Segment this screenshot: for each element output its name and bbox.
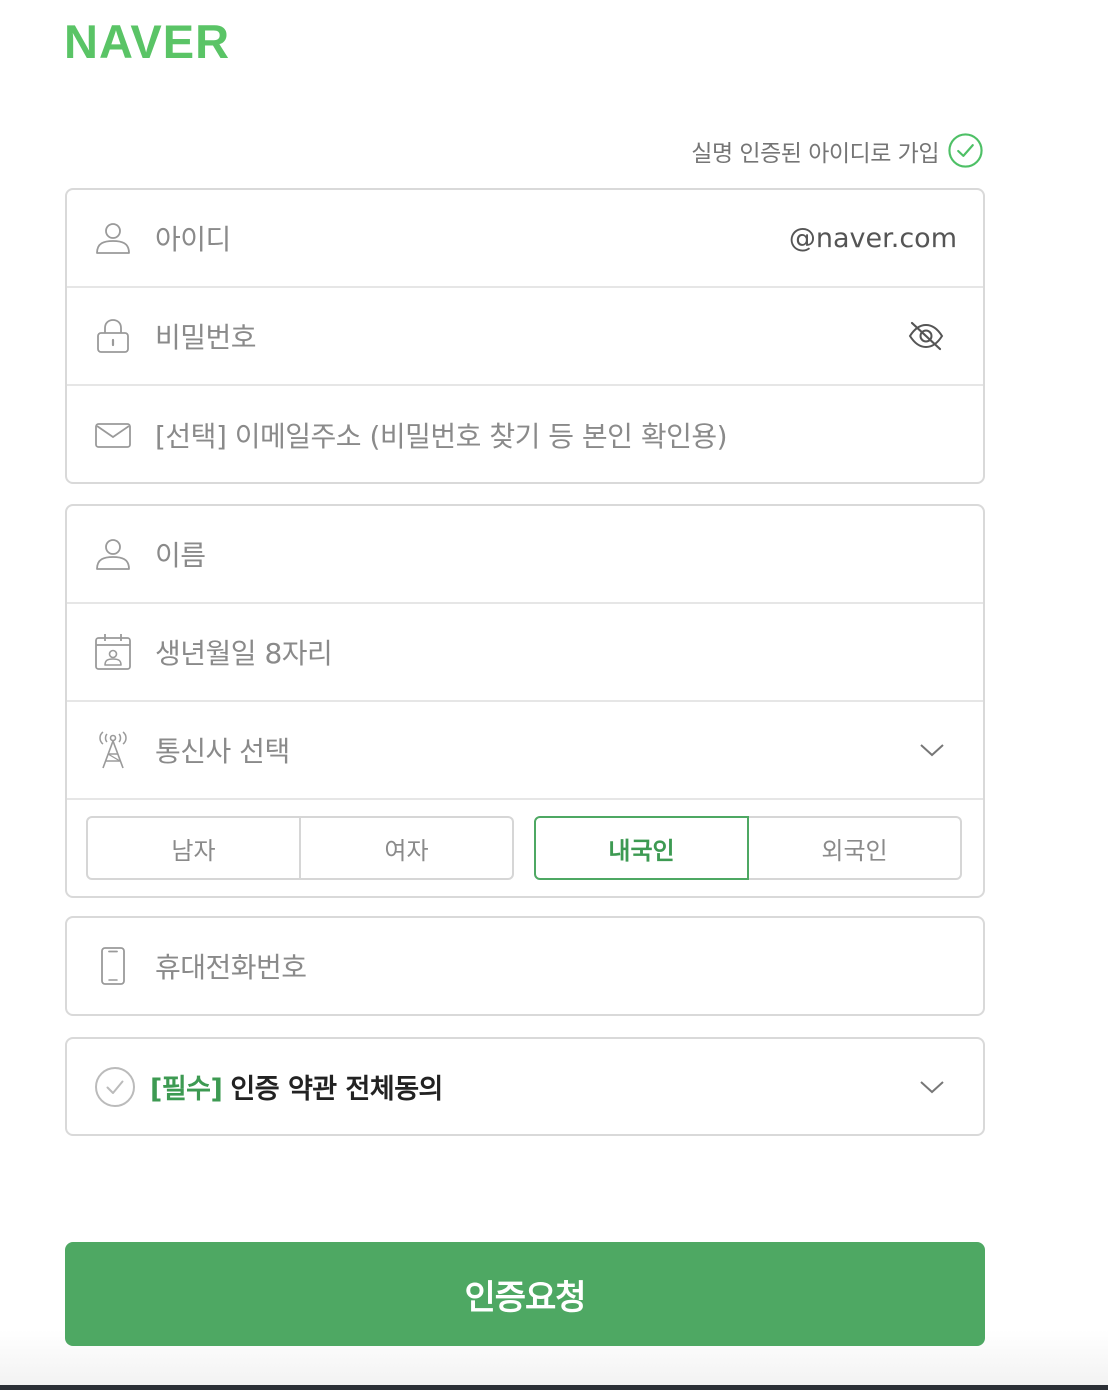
phone-icon <box>101 947 125 985</box>
nationality-toggle: 내국인 외국인 <box>534 816 962 880</box>
account-fields-group: 아이디 @naver.com 비밀번호 [선택] 이메일주소 (비밀번호 찾기 … <box>65 188 985 484</box>
mail-icon <box>95 423 131 448</box>
carrier-placeholder: 통신사 선택 <box>155 735 290 768</box>
id-field[interactable]: 아이디 @naver.com <box>67 190 983 288</box>
domain-suffix: @naver.com <box>788 222 957 254</box>
carrier-select[interactable]: 통신사 선택 <box>67 702 983 800</box>
user-icon <box>96 223 130 254</box>
window-bottom-edge <box>0 1385 1108 1390</box>
phone-placeholder: 휴대전화번호 <box>155 951 307 984</box>
required-tag: [필수] <box>150 1074 223 1105</box>
naver-logo: NAVER <box>64 15 231 68</box>
terms-agree-all[interactable]: [필수] 인증 약관 전체동의 <box>65 1037 985 1136</box>
gender-toggle: 남자 여자 <box>86 816 514 880</box>
phone-field-group: 휴대전화번호 <box>65 916 985 1016</box>
lock-icon <box>97 319 129 353</box>
phone-field[interactable]: 휴대전화번호 <box>67 918 983 1014</box>
calendar-icon <box>95 634 131 670</box>
name-field[interactable]: 이름 <box>67 506 983 604</box>
profile-fields-group: 이름 생년월일 8자리 통신사 선택 남자 여자 내국인 외국인 <box>65 504 985 898</box>
birthdate-placeholder: 생년월일 8자리 <box>155 637 333 670</box>
check-circle-icon <box>948 133 983 168</box>
gender-nationality-row: 남자 여자 내국인 외국인 <box>67 800 983 896</box>
email-field[interactable]: [선택] 이메일주소 (비밀번호 찾기 등 본인 확인용) <box>67 386 983 482</box>
request-verification-button[interactable]: 인증요청 <box>65 1242 985 1346</box>
password-placeholder: 비밀번호 <box>155 321 257 354</box>
chevron-down-icon[interactable] <box>919 1079 945 1095</box>
nationality-domestic-option[interactable]: 내국인 <box>534 816 749 880</box>
eye-slash-icon[interactable] <box>907 320 945 352</box>
antenna-icon <box>99 731 127 769</box>
check-circle-icon[interactable] <box>94 1066 136 1108</box>
password-field[interactable]: 비밀번호 <box>67 288 983 386</box>
id-placeholder: 아이디 <box>155 223 231 256</box>
email-placeholder: [선택] 이메일주소 (비밀번호 찾기 등 본인 확인용) <box>155 420 728 453</box>
verified-id-signup-label: 실명 인증된 아이디로 가입 <box>691 140 939 167</box>
gender-female-option[interactable]: 여자 <box>301 816 514 880</box>
chevron-down-icon <box>920 744 944 757</box>
nationality-foreign-option[interactable]: 외국인 <box>749 816 962 880</box>
gender-male-option[interactable]: 남자 <box>86 816 301 880</box>
terms-label: [필수] 인증 약관 전체동의 <box>150 1067 443 1106</box>
user-icon <box>96 539 130 570</box>
terms-label-text: 인증 약관 전체동의 <box>230 1074 443 1105</box>
birthdate-field[interactable]: 생년월일 8자리 <box>67 604 983 702</box>
verified-id-signup-link[interactable]: 실명 인증된 아이디로 가입 <box>691 132 984 169</box>
name-placeholder: 이름 <box>155 539 206 572</box>
